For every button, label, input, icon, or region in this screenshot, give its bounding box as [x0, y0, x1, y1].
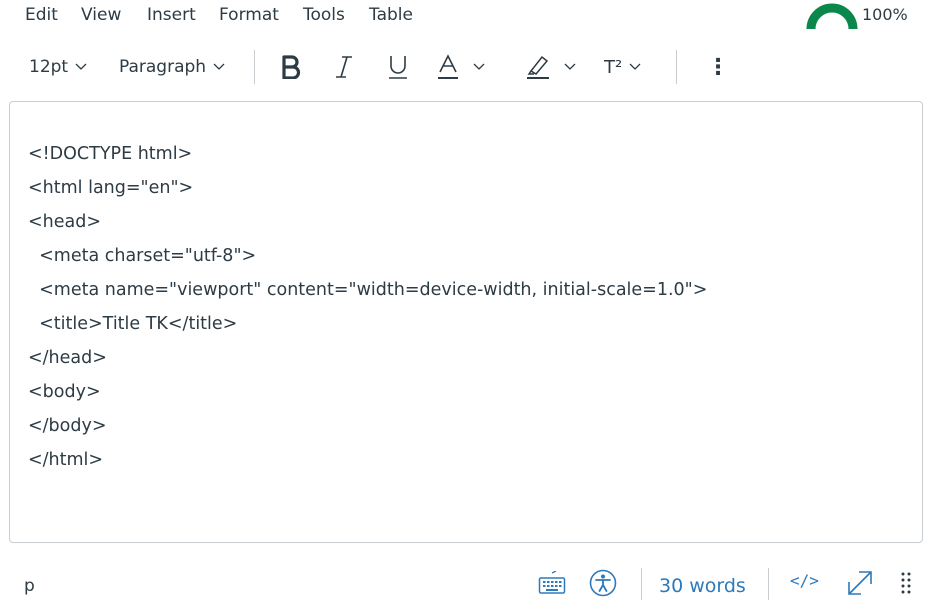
- code-line: </head>: [28, 348, 107, 368]
- keyboard-icon[interactable]: [538, 571, 566, 595]
- accessibility-gauge-icon[interactable]: [806, 2, 858, 30]
- font-size-value: 12pt: [29, 57, 69, 77]
- code-line: <meta charset="utf-8">: [28, 246, 257, 266]
- block-format-value: Paragraph: [119, 57, 207, 77]
- word-count[interactable]: 30 words: [659, 575, 746, 597]
- code-line: <!DOCTYPE html>: [28, 144, 193, 164]
- chevron-down-icon: [75, 63, 87, 70]
- bold-button[interactable]: [281, 50, 301, 84]
- menu-format[interactable]: Format: [219, 5, 279, 25]
- status-divider: [768, 568, 769, 600]
- menu-insert[interactable]: Insert: [147, 5, 196, 25]
- underline-icon: [389, 56, 407, 79]
- menu-table[interactable]: Table: [369, 5, 413, 25]
- bold-icon: [282, 55, 301, 79]
- menu-view[interactable]: View: [81, 5, 121, 25]
- superscript-icon: T²: [604, 56, 623, 78]
- menu-tools[interactable]: Tools: [303, 5, 345, 25]
- resize-handle-icon[interactable]: [900, 571, 912, 595]
- code-line: <meta name="viewport" content="width=dev…: [28, 280, 708, 300]
- block-format-dropdown[interactable]: Paragraph: [119, 50, 225, 84]
- formatting-toolbar: 12pt Paragraph T² ⋮: [0, 42, 932, 92]
- code-line: <head>: [28, 212, 102, 232]
- font-size-dropdown[interactable]: 12pt: [29, 50, 87, 84]
- accessibility-score[interactable]: 100%: [862, 5, 908, 24]
- menu-bar: Edit View Insert Format Tools Table 100%: [0, 0, 932, 34]
- toolbar-divider: [676, 50, 677, 84]
- highlight-color-button[interactable]: [526, 50, 576, 84]
- code-line: </body>: [28, 416, 107, 436]
- accessibility-icon[interactable]: [589, 569, 617, 597]
- superscript-dropdown[interactable]: T²: [604, 50, 641, 84]
- element-path[interactable]: p: [24, 576, 35, 596]
- chevron-down-icon: [213, 63, 225, 70]
- text-color-button[interactable]: [437, 50, 485, 84]
- code-line: </html>: [28, 450, 104, 470]
- toolbar-divider: [254, 50, 255, 84]
- more-options-button[interactable]: ⋮: [707, 50, 729, 84]
- fullscreen-icon[interactable]: [845, 568, 875, 598]
- code-line: <html lang="en">: [28, 178, 194, 198]
- status-bar: p 30 words </>: [0, 562, 932, 602]
- chevron-down-icon: [629, 63, 641, 70]
- chevron-down-icon: [473, 63, 485, 70]
- vertical-dots-icon: ⋮: [707, 54, 729, 80]
- code-line: <title>Title TK</title>: [28, 314, 238, 334]
- menu-edit[interactable]: Edit: [25, 5, 58, 25]
- italic-icon: [336, 56, 352, 78]
- italic-button[interactable]: [334, 50, 354, 84]
- editor-content-area[interactable]: <!DOCTYPE html> <html lang="en"> <head> …: [9, 101, 923, 543]
- status-divider: [641, 568, 642, 600]
- text-color-icon: [438, 54, 458, 79]
- html-editor-toggle[interactable]: </>: [790, 571, 819, 590]
- code-line: <body>: [28, 382, 101, 402]
- highlighter-icon: [527, 55, 549, 79]
- chevron-down-icon: [564, 63, 576, 70]
- underline-button[interactable]: [387, 50, 409, 84]
